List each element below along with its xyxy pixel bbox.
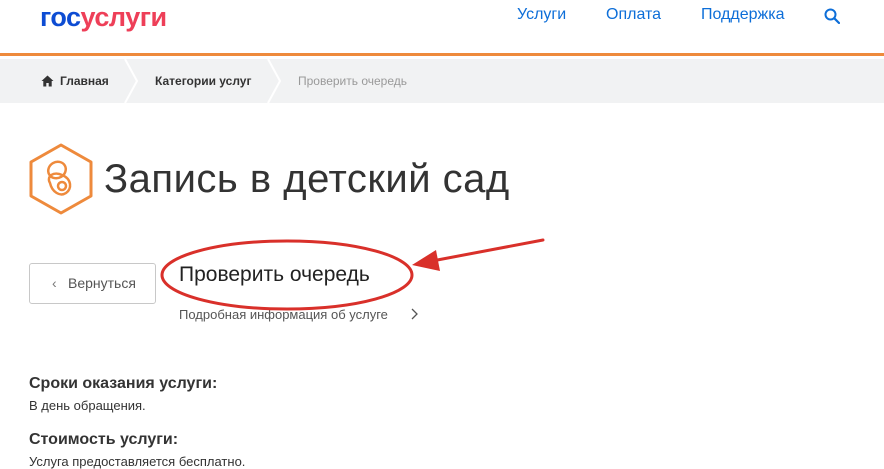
nav-payment[interactable]: Оплата	[606, 6, 661, 24]
breadcrumb-home[interactable]: Главная	[41, 59, 109, 103]
back-button[interactable]: ‹ Вернуться	[29, 263, 156, 304]
search-icon[interactable]	[824, 8, 840, 24]
breadcrumb-home-label: Главная	[60, 74, 109, 88]
back-button-label: Вернуться	[68, 275, 136, 291]
chevron-left-icon: ‹	[52, 275, 57, 291]
nav-services[interactable]: Услуги	[517, 6, 566, 24]
logo-part-uslugi: услуги	[80, 2, 168, 32]
service-term-value: В день обращения.	[29, 398, 146, 413]
annotation-arrowhead	[412, 250, 440, 271]
service-cost-label: Стоимость услуги:	[29, 431, 179, 448]
gosuslugi-logo[interactable]: госуслуги	[40, 2, 167, 32]
breadcrumb-current: Проверить очередь	[298, 74, 408, 88]
breadcrumb-separator	[267, 59, 281, 103]
home-icon	[41, 75, 54, 87]
service-term-label: Сроки оказания услуги:	[29, 375, 218, 392]
service-cost-value: Услуга предоставляется бесплатно.	[29, 454, 246, 469]
service-details-link[interactable]: Подробная информация об услуге	[179, 306, 388, 324]
logo-part-gos: гос	[40, 2, 81, 32]
site-header: госуслуги Услуги Оплата Поддержка	[0, 0, 884, 56]
annotation-arrow-line	[430, 238, 545, 263]
breadcrumb-separator	[124, 59, 138, 103]
pacifier-icon	[29, 143, 93, 215]
page-title: Запись в детский сад	[104, 157, 510, 201]
chevron-right-icon[interactable]	[410, 307, 420, 321]
breadcrumb-categories[interactable]: Категории услуг	[155, 59, 251, 103]
service-heading: Проверить очередь	[179, 263, 370, 286]
nav-support[interactable]: Поддержка	[701, 6, 784, 24]
breadcrumb: Главная Категории услуг Проверить очеред…	[0, 59, 884, 103]
